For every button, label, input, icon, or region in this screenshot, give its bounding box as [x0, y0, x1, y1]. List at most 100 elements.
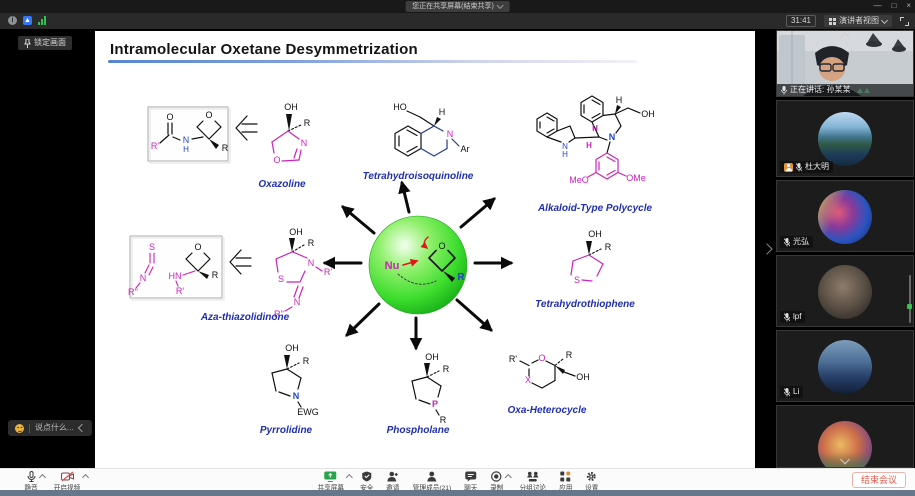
divider [29, 424, 30, 433]
mic-muted-icon [784, 388, 790, 397]
molecule-oxa-heterocycle: O X R' OH R [509, 350, 590, 388]
atom-label: N [308, 258, 315, 268]
label-oxa-heterocycle: Oxa-Heterocycle [508, 405, 587, 416]
video-tile[interactable]: 杜大明 [776, 100, 914, 177]
screen-share-banner[interactable]: 您正在共享屏幕(结束共享) [405, 1, 510, 12]
label-tetrahydrothiophene: Tetrahydrothiophene [535, 299, 635, 310]
minimize-button[interactable]: — [873, 0, 881, 12]
reaction-quickbar[interactable]: 说点什么... [8, 420, 92, 436]
pin-view-tag[interactable]: 锁定画面 [18, 36, 72, 50]
quickbar-text[interactable]: 说点什么... [35, 423, 74, 433]
atom-label: R [457, 272, 465, 283]
atom-label: X [525, 375, 531, 385]
atom-label: R [566, 350, 573, 360]
atom-label: OH [588, 229, 602, 239]
maximize-button[interactable]: □ [891, 0, 896, 12]
atom-label: R [212, 270, 219, 280]
chevron-down-icon [881, 16, 888, 23]
atom-label: R [222, 143, 229, 153]
participant-name: 杜大明 [805, 162, 829, 172]
molecule-tht: OH R S [571, 229, 612, 285]
atom-label: R'' [128, 287, 138, 297]
sidebar-expand-icon[interactable] [761, 243, 772, 254]
label-pyrrolidine: Pyrrolidine [260, 425, 312, 436]
meeting-timer: 31:41 [786, 15, 816, 27]
atom-label: N [293, 391, 300, 401]
atom-label: H [562, 150, 568, 159]
meeting-app-icon[interactable]: ▲ [23, 16, 32, 25]
avatar [818, 340, 872, 394]
meeting-toolbar: 静音 开启视频 共享屏幕 安全 邀请 [0, 468, 915, 490]
atom-label: OH [641, 109, 655, 119]
atom-label: R [440, 415, 447, 425]
brand-watermark-icon [857, 88, 870, 93]
molecule-alkaloid: H OH N N H H H MeO OMe [537, 95, 655, 185]
taskbar-strip [0, 490, 915, 496]
view-mode-button[interactable]: 演讲者视图 [824, 15, 892, 27]
atom-label: H [592, 124, 598, 133]
window-titlebar: 您正在共享屏幕(结束共享) — □ × [0, 0, 915, 13]
apps-grid-icon [560, 471, 571, 482]
atom-label: N [609, 132, 616, 142]
fullscreen-icon[interactable] [900, 17, 909, 26]
video-tile[interactable] [776, 405, 914, 468]
atom-label: P [432, 399, 438, 409]
atom-label: N [447, 129, 454, 139]
mic-icon [781, 86, 787, 95]
atom-label: Ar [461, 144, 470, 154]
atom-label: R [605, 242, 612, 252]
participant-name: Li [793, 387, 799, 397]
atom-label: N [140, 273, 147, 283]
participant-name: 光弘 [793, 237, 809, 247]
label-tetrahydroisoquinoline: Tetrahydroisoquinoline [363, 171, 474, 182]
participant-sidebar: 正在讲话: 孙某某 杜大明 光弘 [775, 29, 915, 468]
atom-label: R [308, 238, 315, 248]
oxetane-sphere: Nu O R [369, 216, 467, 314]
atom-label: H [616, 95, 623, 105]
avatar [818, 112, 872, 166]
close-button[interactable]: × [906, 0, 911, 12]
atom-label: OH [576, 372, 590, 382]
mic-muted-icon [784, 238, 790, 247]
sidebar-scrollbar[interactable] [909, 275, 911, 323]
molecule-phospholane: OH R P R [412, 352, 450, 425]
invite-person-icon [386, 471, 398, 482]
molecule-pyrrolidine: OH R N EWG [272, 343, 319, 417]
video-tile[interactable]: Li [776, 330, 914, 402]
mic-icon [27, 471, 36, 482]
atom-label: MeO [569, 175, 589, 185]
atom-label: H [439, 107, 446, 117]
info-icon[interactable]: i [8, 16, 17, 25]
label-alkaloid-polycycle: Alkaloid-Type Polycycle [538, 203, 652, 214]
end-meeting-button[interactable]: 结束会议 [852, 472, 906, 488]
shield-icon [361, 471, 371, 482]
video-tile-speaker[interactable]: 正在讲话: 孙某某 [776, 30, 914, 97]
pin-icon [24, 39, 31, 48]
atom-label: S [278, 274, 284, 284]
meeting-menubar: i ▲ 31:41 演讲者视图 [0, 13, 915, 29]
network-signal-icon[interactable] [38, 16, 46, 25]
atom-label: N [183, 135, 190, 145]
atom-label: OH [284, 102, 298, 112]
atom-label: H [586, 141, 592, 150]
video-tile[interactable]: 光弘 [776, 180, 914, 252]
atom-label: OMe [626, 173, 646, 183]
camera-off-icon [61, 471, 74, 482]
atom-label: O [273, 155, 280, 165]
record-icon [491, 471, 502, 482]
grid-view-icon [829, 18, 836, 25]
mic-muted-icon [784, 313, 790, 322]
emoji-icon[interactable] [15, 424, 24, 433]
atom-label: R [303, 356, 310, 366]
atom-label: R' [151, 141, 159, 151]
person-icon [426, 471, 436, 482]
molecule-oxazoline: OH R O N [272, 102, 311, 165]
atom-label: H [183, 145, 189, 154]
chevron-left-icon[interactable] [77, 424, 85, 432]
video-tile[interactable]: lpf [776, 255, 914, 327]
screen-share-banner-text: 您正在共享屏幕(结束共享) [412, 2, 494, 11]
atom-label: S [149, 242, 155, 252]
atom-label: R' [509, 354, 517, 364]
atom-label: OH [425, 352, 439, 362]
atom-label: EWG [297, 407, 319, 417]
